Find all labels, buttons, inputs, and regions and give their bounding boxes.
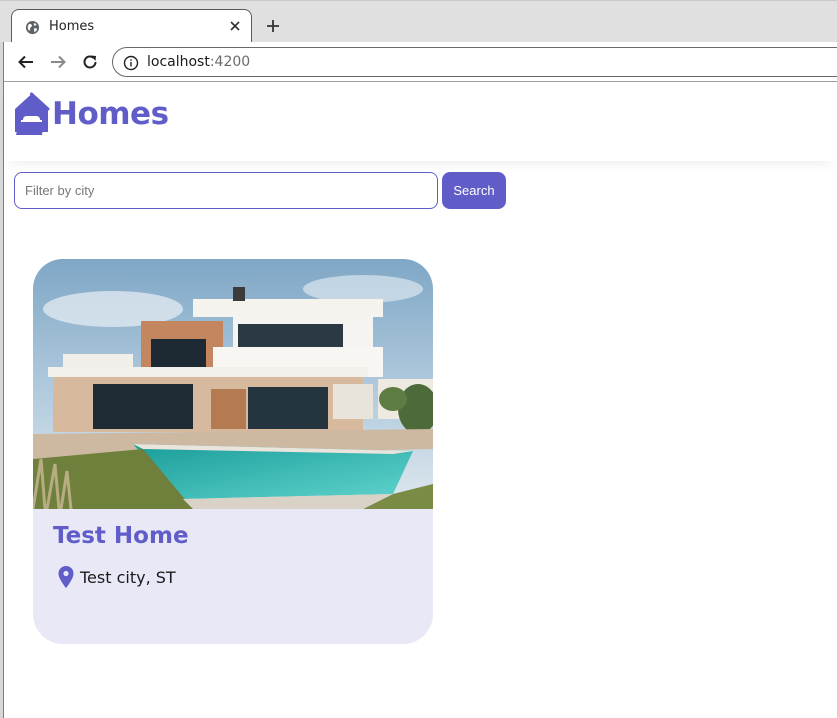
map-pin-icon [58,566,74,588]
info-icon[interactable] [123,55,139,71]
browser-tabstrip: Homes [0,0,837,44]
url-text: localhost:4200 [147,54,250,70]
page-content: Homes Search [4,83,837,718]
back-arrow-icon[interactable] [16,52,36,72]
tab-title: Homes [49,19,95,34]
app-header: Homes [4,83,837,161]
globe-icon [25,20,40,35]
plus-icon[interactable] [265,18,281,34]
listing-location: Test city, ST [57,565,176,589]
listing-title: Test Home [53,523,189,549]
url-port: :4200 [209,54,251,70]
address-bar[interactable]: localhost:4200 [112,47,837,77]
listing-photo [33,259,433,509]
housing-location-card[interactable]: Test Home Test city, ST [33,259,433,644]
browser-tab[interactable]: Homes [11,9,252,44]
city-filter-input[interactable] [14,172,438,209]
brand-logo[interactable]: Homes [13,92,169,136]
search-button[interactable]: Search [442,172,506,209]
browser-toolbar: localhost:4200 [4,42,837,82]
brand-name: Homes [52,96,169,132]
reload-icon[interactable] [80,52,100,72]
search-bar: Search [14,172,506,209]
house-icon [15,92,50,135]
listing-location-text: Test city, ST [80,567,176,587]
close-icon[interactable] [228,19,242,33]
forward-arrow-icon[interactable] [48,52,68,72]
url-host: localhost [147,54,210,70]
